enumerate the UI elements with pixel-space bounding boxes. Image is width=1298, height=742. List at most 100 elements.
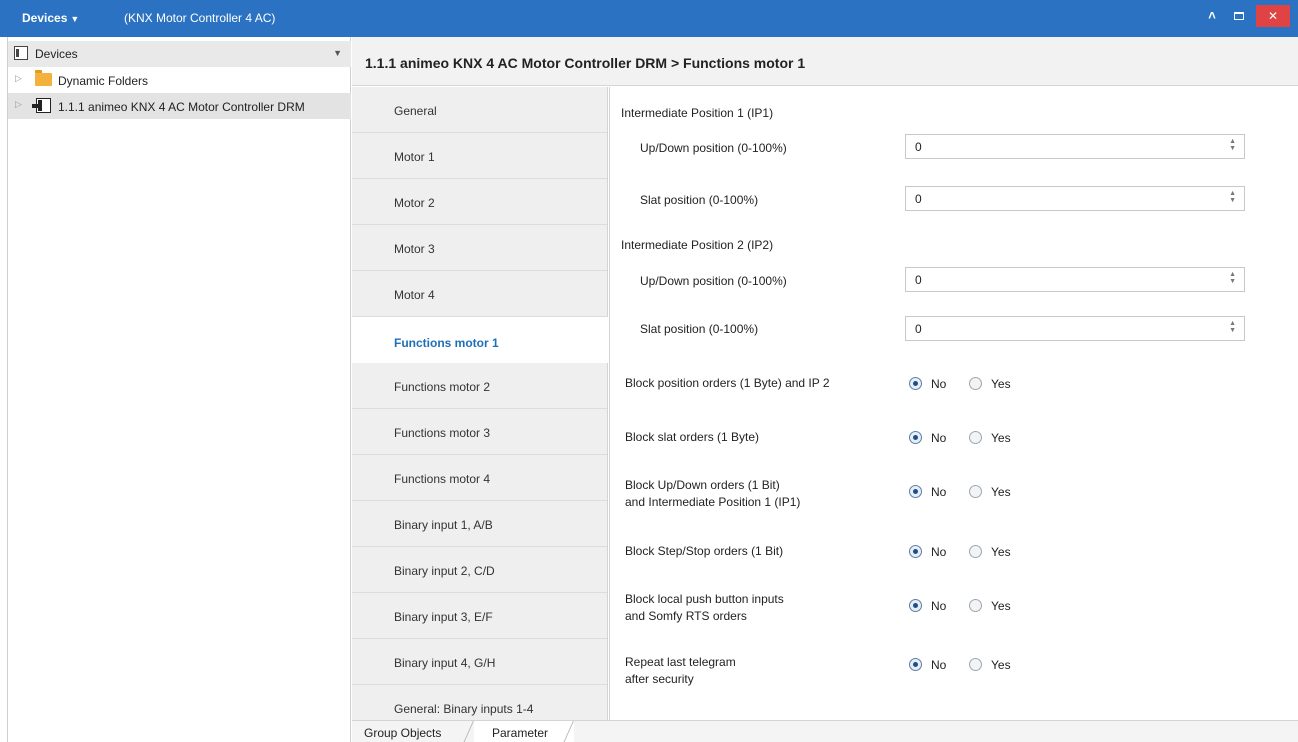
tab-functions-motor-2[interactable]: Functions motor 2 (352, 363, 607, 409)
tab-label: Binary input 1, A/B (394, 518, 493, 532)
tab-binary-input-1[interactable]: Binary input 1, A/B (352, 501, 607, 547)
spin-value: 0 (915, 273, 922, 287)
radio-label: Yes (991, 599, 1011, 613)
radio-unchecked-icon (969, 431, 982, 444)
radio-no[interactable]: No (909, 376, 959, 392)
block-stepstop-label: Block Step/Stop orders (1 Bit) (625, 544, 784, 558)
block-updown-label-line2: and Intermediate Position 1 (IP1) (625, 495, 801, 509)
block-updown-label-line1: Block Up/Down orders (1 Bit) (625, 478, 780, 492)
devices-panel: Devices ▼ ▷ Dynamic Folders ▷ 1.1.1 anim… (7, 37, 351, 742)
block-updown-radio-group: No Yes (909, 484, 1039, 500)
block-stepstop-radio-group: No Yes (909, 544, 1039, 560)
radio-checked-icon (909, 485, 922, 498)
chevron-down-icon: ▼ (70, 14, 80, 24)
tab-group-objects[interactable]: Group Objects (352, 721, 474, 742)
ip2-updown-label: Up/Down position (0-100%) (640, 274, 787, 288)
spin-arrows-icon[interactable]: ▲ ▼ (1229, 271, 1236, 285)
maximize-button[interactable] (1228, 5, 1250, 27)
expand-arrow-icon[interactable]: ▷ (15, 99, 22, 110)
spin-arrows-icon[interactable]: ▲ ▼ (1229, 320, 1236, 334)
tab-parameter[interactable]: Parameter (474, 721, 574, 742)
bottom-tab-bar: Group Objects Parameter (352, 720, 1298, 742)
tab-label: General (394, 104, 437, 118)
ip1-slat-input[interactable]: 0 ▲ ▼ (905, 186, 1245, 211)
radio-yes[interactable]: Yes (969, 376, 1029, 392)
radio-label: No (931, 431, 947, 445)
radio-checked-icon (909, 545, 922, 558)
radio-no[interactable]: No (909, 657, 959, 673)
tab-functions-motor-3[interactable]: Functions motor 3 (352, 409, 607, 455)
tab-binary-input-4[interactable]: Binary input 4, G/H (352, 639, 607, 685)
title-bar: Devices ▼ (KNX Motor Controller 4 AC) ˄ ✕ (0, 0, 1298, 37)
devices-menu-button[interactable]: Devices ▼ (22, 11, 79, 25)
radio-unchecked-icon (969, 545, 982, 558)
window-title: (KNX Motor Controller 4 AC) (124, 11, 276, 25)
collapse-ribbon-button[interactable]: ˄ (1202, 5, 1222, 27)
expand-arrow-icon[interactable]: ▷ (15, 73, 22, 84)
radio-label: Yes (991, 377, 1011, 391)
radio-yes[interactable]: Yes (969, 430, 1029, 446)
close-icon: ✕ (1267, 9, 1279, 23)
tab-functions-motor-4[interactable]: Functions motor 4 (352, 455, 607, 501)
tab-label: Functions motor 4 (394, 472, 491, 486)
radio-checked-icon (909, 658, 922, 671)
tab-motor-1[interactable]: Motor 1 (352, 133, 607, 179)
tab-divider (563, 721, 574, 742)
close-button[interactable]: ✕ (1256, 5, 1290, 27)
block-slat-radio-group: No Yes (909, 430, 1039, 446)
radio-no[interactable]: No (909, 430, 959, 446)
parameter-tabs: General Motor 1 Motor 2 Motor 3 Motor 4 … (352, 87, 609, 720)
folder-icon (35, 70, 52, 86)
block-local-label-line1: Block local push button inputs (625, 592, 784, 606)
tab-motor-3[interactable]: Motor 3 (352, 225, 607, 271)
tree-item-dynamic-folders[interactable]: ▷ Dynamic Folders (8, 67, 351, 93)
radio-no[interactable]: No (909, 544, 959, 560)
tab-label: General: Binary inputs 1-4 (394, 702, 534, 716)
tab-motor-2[interactable]: Motor 2 (352, 179, 607, 225)
ip2-heading: Intermediate Position 2 (IP2) (621, 238, 774, 252)
ip1-slat-label: Slat position (0-100%) (640, 193, 759, 207)
radio-yes[interactable]: Yes (969, 484, 1029, 500)
ip1-updown-input[interactable]: 0 ▲ ▼ (905, 134, 1245, 159)
radio-yes[interactable]: Yes (969, 657, 1029, 673)
spin-value: 0 (915, 322, 922, 336)
spin-value: 0 (915, 140, 922, 154)
ip2-updown-input[interactable]: 0 ▲ ▼ (905, 267, 1245, 292)
radio-yes[interactable]: Yes (969, 544, 1029, 560)
devices-panel-title: Devices (35, 47, 78, 61)
bottom-tab-label: Parameter (492, 726, 549, 740)
parameter-form: Intermediate Position 1 (IP1) Up/Down po… (609, 87, 1298, 720)
radio-no[interactable]: No (909, 598, 959, 614)
parameter-editor: 1.1.1 animeo KNX 4 AC Motor Controller D… (352, 37, 1298, 742)
devices-menu-label: Devices (22, 11, 68, 25)
block-slat-label: Block slat orders (1 Byte) (625, 430, 760, 444)
devices-panel-header[interactable]: Devices ▼ (8, 41, 351, 67)
tab-functions-motor-1[interactable]: Functions motor 1 (352, 317, 609, 363)
tree-item-label: 1.1.1 animeo KNX 4 AC Motor Controller D… (58, 100, 305, 114)
tab-label: Binary input 3, E/F (394, 610, 493, 624)
block-local-label-line2: and Somfy RTS orders (625, 609, 747, 623)
chevron-down-icon[interactable]: ▼ (333, 48, 342, 58)
tab-label: Motor 3 (394, 242, 435, 256)
tab-general-binary-inputs[interactable]: General: Binary inputs 1-4 (352, 685, 607, 720)
tab-divider (463, 721, 474, 742)
block-local-radio-group: No Yes (909, 598, 1039, 614)
repeat-telegram-label-line1: Repeat last telegram (625, 655, 736, 669)
spin-arrows-icon[interactable]: ▲ ▼ (1229, 190, 1236, 204)
tab-motor-4[interactable]: Motor 4 (352, 271, 607, 317)
ip2-slat-input[interactable]: 0 ▲ ▼ (905, 316, 1245, 341)
repeat-telegram-label-line2: after security (625, 672, 694, 686)
tab-general[interactable]: General (352, 87, 607, 133)
ip1-heading: Intermediate Position 1 (IP1) (621, 106, 774, 120)
radio-label: No (931, 599, 947, 613)
radio-yes[interactable]: Yes (969, 598, 1029, 614)
tab-binary-input-3[interactable]: Binary input 3, E/F (352, 593, 607, 639)
block-position-label: Block position orders (1 Byte) and IP 2 (625, 376, 830, 390)
spin-arrows-icon[interactable]: ▲ ▼ (1229, 138, 1236, 152)
tree-item-device[interactable]: ▷ 1.1.1 animeo KNX 4 AC Motor Controller… (8, 93, 351, 119)
tab-binary-input-2[interactable]: Binary input 2, C/D (352, 547, 607, 593)
radio-no[interactable]: No (909, 484, 959, 500)
tab-label: Functions motor 2 (394, 380, 491, 394)
radio-checked-icon (909, 599, 922, 612)
tab-label: Motor 1 (394, 150, 435, 164)
